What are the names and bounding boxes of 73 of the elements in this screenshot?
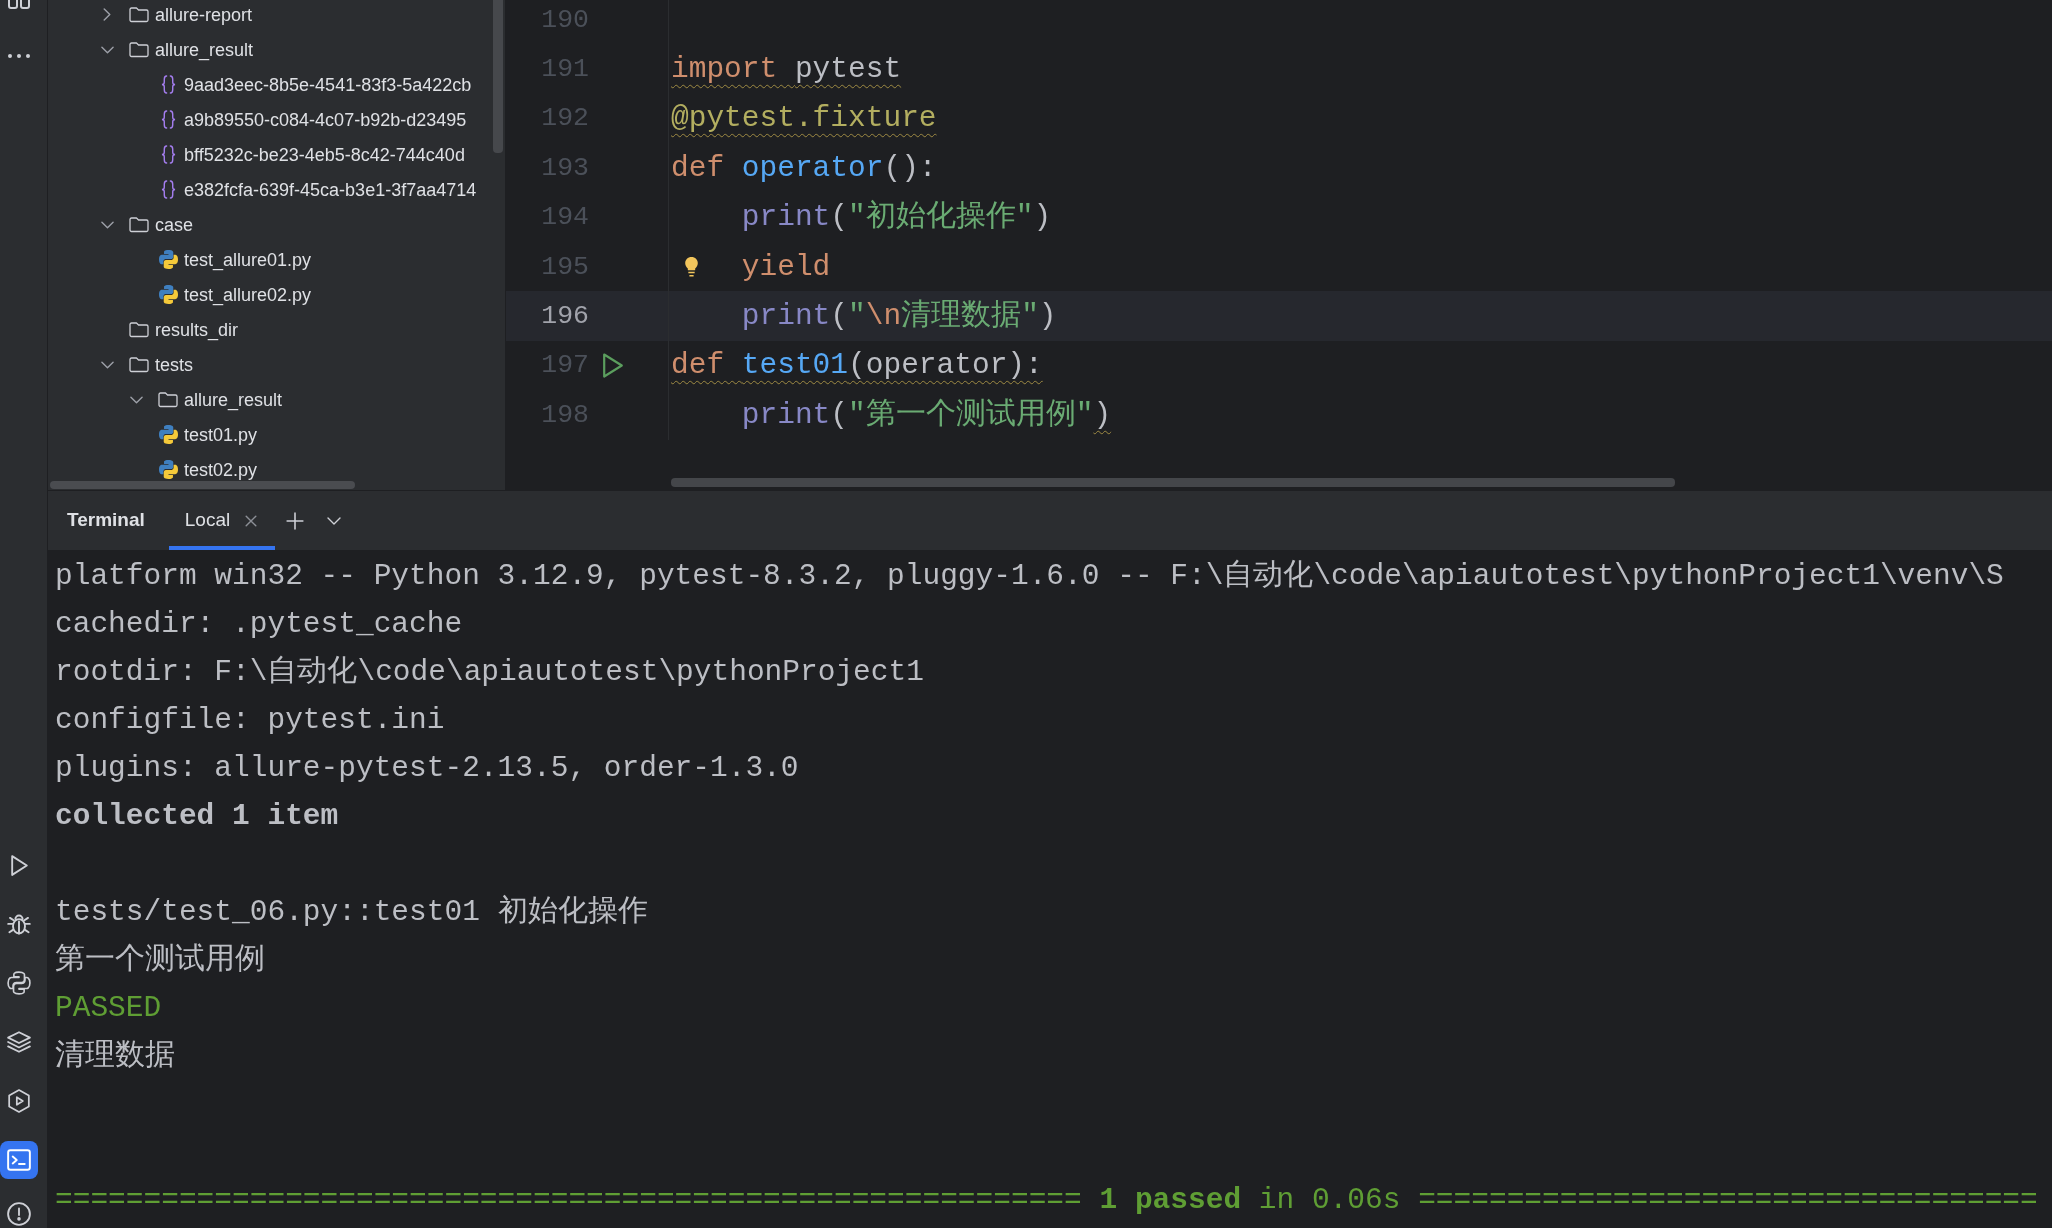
more-icon bbox=[8, 54, 30, 58]
file-name[interactable]: test_allure02.py bbox=[184, 283, 312, 306]
chevron-down-icon[interactable] bbox=[100, 360, 114, 369]
folder-icon bbox=[129, 6, 149, 23]
braces-icon bbox=[160, 180, 176, 199]
python-file-icon bbox=[158, 285, 178, 304]
play-icon bbox=[9, 853, 29, 877]
scrollbar-thumb[interactable] bbox=[493, 0, 503, 153]
chevron-down-icon[interactable] bbox=[327, 516, 342, 525]
alert-icon bbox=[7, 1202, 31, 1226]
code-line: def operator(): bbox=[671, 149, 937, 187]
code-line: def test01(operator): bbox=[671, 347, 1043, 385]
terminal-line: 清理数据 bbox=[55, 1038, 175, 1074]
python-file-icon bbox=[158, 250, 178, 269]
file-name[interactable]: a9b89550-c084-4c07-b92b-d23495 bbox=[184, 108, 467, 131]
braces-icon bbox=[160, 110, 176, 129]
terminal-icon bbox=[7, 1149, 31, 1171]
code-line: print("第一个测试用例") bbox=[741, 396, 1112, 434]
hexagon-play-icon bbox=[8, 1089, 30, 1113]
braces-icon bbox=[160, 145, 176, 164]
folder-icon bbox=[158, 391, 178, 408]
file-name[interactable]: e382fcfa-639f-45ca-b3e1-3f7aa4714 bbox=[184, 178, 477, 201]
python-file-icon bbox=[158, 425, 178, 444]
folder-name[interactable]: allure-report bbox=[155, 3, 253, 26]
chevron-down-icon[interactable] bbox=[129, 395, 143, 404]
terminal-line: platform win32 -- Python 3.12.9, pytest-8.3.2, pluggy-1.6.0 -- F:\自动化\code\apiautotest\pythonProject1\venv\S bbox=[55, 558, 2004, 594]
run-icon[interactable] bbox=[602, 351, 624, 379]
folder-name[interactable]: case bbox=[155, 213, 194, 236]
code-line: @pytest.fixture bbox=[671, 100, 937, 138]
scrollbar-thumb[interactable] bbox=[50, 481, 355, 489]
bug-icon bbox=[7, 912, 31, 936]
folder-icon bbox=[129, 321, 149, 338]
folder-icon bbox=[129, 356, 149, 373]
folder-name[interactable]: tests bbox=[155, 353, 193, 376]
python-file-icon bbox=[158, 460, 178, 479]
terminal-tab[interactable]: Local bbox=[168, 491, 276, 550]
lightbulb-icon[interactable] bbox=[684, 255, 699, 277]
chevron-down-icon[interactable] bbox=[100, 220, 114, 229]
terminal-line: collected 1 item bbox=[55, 798, 339, 834]
file-name[interactable]: test01.py bbox=[184, 423, 258, 446]
line-number: 196 bbox=[540, 300, 589, 333]
folder-name[interactable]: results_dir bbox=[155, 318, 239, 341]
terminal-line: ========================================================== 1 passed in 0.06s =================================== bbox=[55, 1182, 2038, 1218]
terminal-tool-button[interactable] bbox=[0, 1141, 38, 1179]
grid-icon bbox=[7, 0, 31, 10]
file-name[interactable]: 9aad3eec-8b5e-4541-83f3-5a422cb bbox=[184, 73, 472, 96]
terminal-line: configfile: pytest.ini bbox=[55, 702, 445, 738]
code-line: yield bbox=[741, 248, 831, 286]
terminal-line: 第一个测试用例 bbox=[55, 942, 265, 978]
folder-name[interactable]: allure_result bbox=[155, 38, 254, 61]
folder-icon bbox=[129, 41, 149, 58]
file-name[interactable]: test_allure01.py bbox=[184, 248, 312, 271]
panel-title: Terminal bbox=[67, 508, 145, 533]
file-name[interactable]: bff5232c-be23-4eb5-8c42-744c40d bbox=[184, 143, 465, 166]
terminal-line: plugins: allure-pytest-2.13.5, order-1.3.0 bbox=[55, 750, 799, 786]
code-line: print("\n清理数据") bbox=[741, 298, 1057, 336]
plus-icon[interactable] bbox=[286, 511, 305, 530]
file-name[interactable]: test02.py bbox=[184, 458, 258, 481]
code-line: print("初始化操作") bbox=[741, 199, 1052, 237]
code-line: import pytest bbox=[671, 51, 902, 89]
braces-icon bbox=[160, 75, 176, 94]
scrollbar-thumb[interactable] bbox=[671, 478, 1675, 487]
chevron-down-icon[interactable] bbox=[100, 45, 114, 54]
terminal-line: tests/test_06.py::test01 初始化操作 bbox=[55, 894, 648, 930]
terminal-line: rootdir: F:\自动化\code\apiautotest\pythonProject1 bbox=[55, 654, 924, 690]
folder-icon bbox=[129, 216, 149, 233]
layers-icon bbox=[7, 1031, 31, 1053]
terminal-line: PASSED bbox=[55, 990, 162, 1026]
close-icon[interactable] bbox=[245, 514, 258, 527]
chevron-right-icon[interactable] bbox=[103, 8, 111, 21]
terminal-line: cachedir: .pytest_cache bbox=[55, 606, 463, 642]
folder-name[interactable]: allure_result bbox=[184, 388, 283, 411]
python-icon bbox=[7, 971, 31, 995]
